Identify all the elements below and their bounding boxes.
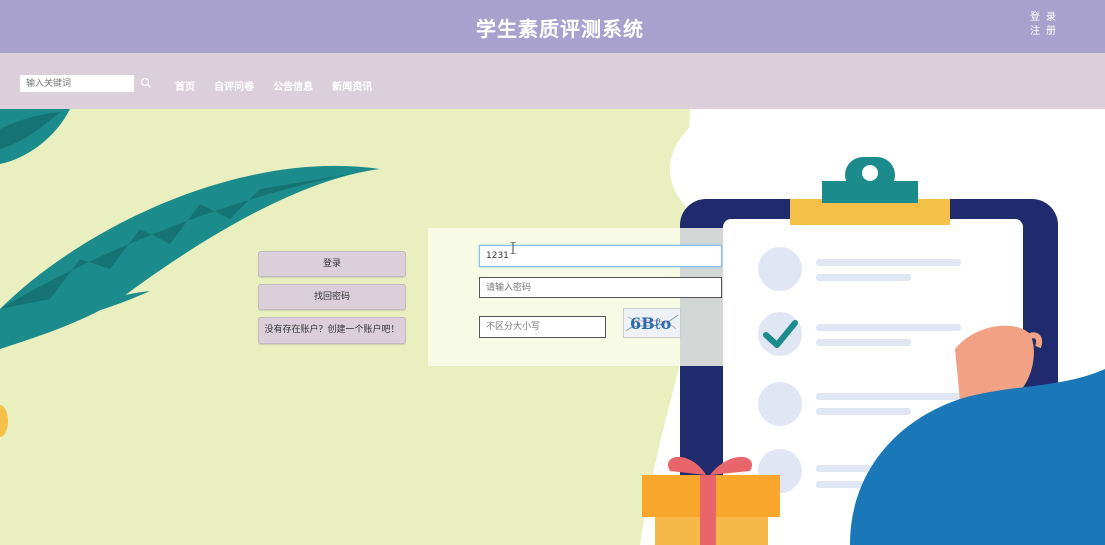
text-cursor-icon xyxy=(510,242,516,254)
login-button[interactable]: 登录 xyxy=(258,251,406,277)
nav-bar: 首页 自评问卷 公告信息 新闻资讯 xyxy=(0,53,1105,109)
nav-announcements[interactable]: 公告信息 xyxy=(273,82,313,93)
auth-links: 登录 注册 xyxy=(1030,11,1064,39)
nav-self-evaluation[interactable]: 自评问卷 xyxy=(214,82,254,93)
nav-links: 首页 自评问卷 公告信息 新闻资讯 xyxy=(175,75,386,94)
search-input[interactable] xyxy=(20,75,134,92)
nav-news[interactable]: 新闻资讯 xyxy=(332,82,372,93)
create-account-button[interactable]: 没有存在账户？创建一个账户吧！ xyxy=(258,317,406,344)
nav-home[interactable]: 首页 xyxy=(175,82,195,93)
search-icon[interactable] xyxy=(140,77,152,89)
captcha-input[interactable] xyxy=(479,316,606,338)
forgot-password-button[interactable]: 找回密码 xyxy=(258,284,406,310)
header-bar: 学生素质评测系统 登录 注册 xyxy=(0,0,1105,53)
captcha-text: 6Bℓo xyxy=(630,314,672,333)
captcha-image[interactable]: 6Bℓo xyxy=(623,308,681,338)
captcha-graphic: 6Bℓo xyxy=(625,314,679,333)
password-input[interactable] xyxy=(479,277,722,298)
register-link[interactable]: 注册 xyxy=(1030,25,1064,39)
login-link[interactable]: 登录 xyxy=(1030,11,1064,25)
site-title: 学生素质评测系统 xyxy=(476,17,644,41)
